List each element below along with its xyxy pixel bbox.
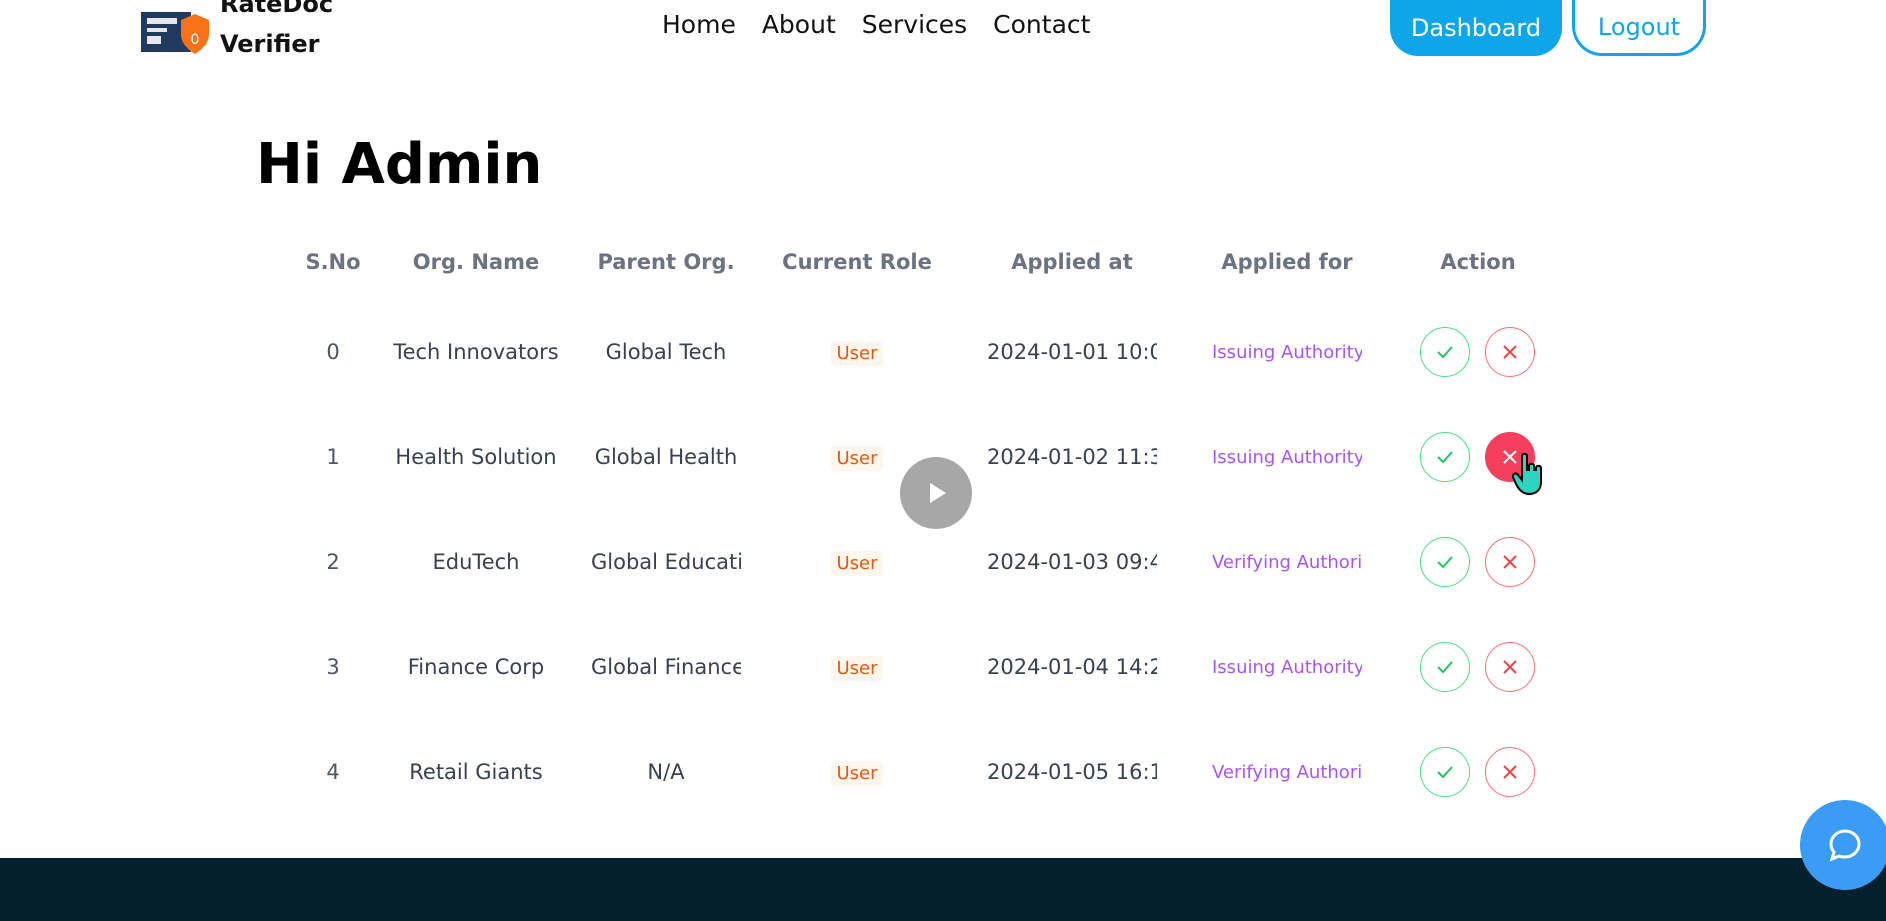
- nav-about[interactable]: About: [762, 10, 836, 39]
- col-sno: S.No: [305, 250, 361, 274]
- cell-applied-at: 2024-01-04 14:2: [987, 655, 1157, 679]
- table-row: 3 Finance Corp Global Finance User 2024-01-0…: [0, 638, 1886, 698]
- cell-sno: 2: [326, 550, 340, 574]
- cell-parent-org: Global Educatio: [591, 550, 741, 574]
- logout-button[interactable]: Logout: [1572, 0, 1706, 56]
- reject-button[interactable]: [1485, 747, 1535, 797]
- main-nav: Home About Services Contact: [662, 10, 1090, 39]
- cell-sno: 0: [326, 340, 340, 364]
- col-org-name: Org. Name: [412, 250, 540, 274]
- cell-parent-org: N/A: [647, 760, 685, 784]
- cell-applied-for: Verifying Authorit: [1212, 762, 1362, 783]
- col-applied-at: Applied at: [1011, 250, 1133, 274]
- approve-button[interactable]: [1420, 642, 1470, 692]
- cell-org-name: Tech Innovators: [393, 340, 559, 364]
- cell-applied-at: 2024-01-03 09:4: [987, 550, 1157, 574]
- cell-applied-for: Issuing Authority: [1212, 342, 1362, 363]
- check-icon: [1437, 556, 1453, 569]
- cell-sno: 3: [326, 655, 340, 679]
- nav-contact[interactable]: Contact: [993, 10, 1090, 39]
- table-row: 4 Retail Giants N/A User 2024-01-05 16:1 Veri…: [0, 743, 1886, 803]
- check-icon: [1437, 661, 1453, 674]
- approve-button[interactable]: [1420, 432, 1470, 482]
- footer: [0, 858, 1886, 921]
- check-icon: [1437, 346, 1453, 359]
- cell-org-name: EduTech: [432, 550, 520, 574]
- dashboard-button[interactable]: Dashboard: [1390, 0, 1562, 56]
- cell-applied-for: Issuing Authority: [1212, 657, 1362, 678]
- close-icon: [1503, 660, 1517, 674]
- cell-applied-at: 2024-01-02 11:3: [987, 445, 1157, 469]
- page-title: Hi Admin: [256, 132, 543, 197]
- table-row: 2 EduTech Global Educatio User 2024-01-03 09…: [0, 533, 1886, 593]
- approve-button[interactable]: [1420, 747, 1470, 797]
- logo-text-top: RateDoc: [220, 0, 334, 18]
- cell-parent-org: Global Health: [594, 445, 738, 469]
- cell-applied-at: 2024-01-01 10:0: [987, 340, 1157, 364]
- logo-text: Verifier: [220, 30, 320, 58]
- chat-icon: [1829, 829, 1861, 862]
- cell-org-name: Finance Corp: [407, 655, 545, 679]
- play-button[interactable]: [900, 457, 972, 529]
- approve-button[interactable]: [1420, 327, 1470, 377]
- chat-button[interactable]: [1800, 800, 1886, 890]
- role-badge: User: [830, 761, 884, 786]
- close-icon: [1503, 345, 1517, 359]
- hand-cursor-icon: [1512, 452, 1542, 496]
- table-header: S.No Org. Name Parent Org. Current Role …: [0, 250, 1886, 280]
- reject-button[interactable]: [1485, 537, 1535, 587]
- cell-applied-at: 2024-01-05 16:1: [987, 760, 1157, 784]
- cell-org-name: Health Solution: [395, 445, 557, 469]
- col-applied-for: Applied for: [1221, 250, 1353, 274]
- col-action: Action: [1440, 250, 1516, 274]
- play-icon: [930, 483, 946, 503]
- svg-text:0: 0: [191, 32, 200, 48]
- cell-sno: 4: [326, 760, 340, 784]
- approve-button[interactable]: [1420, 537, 1470, 587]
- nav-services[interactable]: Services: [862, 10, 967, 39]
- nav-home[interactable]: Home: [662, 10, 736, 39]
- cell-parent-org: Global Finance: [591, 655, 741, 679]
- role-badge: User: [830, 551, 884, 576]
- check-icon: [1437, 451, 1453, 464]
- cell-parent-org: Global Tech: [605, 340, 727, 364]
- role-badge: User: [830, 446, 884, 471]
- close-icon: [1503, 555, 1517, 569]
- role-badge: User: [830, 656, 884, 681]
- reject-button[interactable]: [1485, 327, 1535, 377]
- col-parent-org: Parent Org.: [597, 250, 735, 274]
- cell-applied-for: Issuing Authority: [1212, 447, 1362, 468]
- cell-sno: 1: [326, 445, 340, 469]
- col-current-role: Current Role: [782, 250, 932, 274]
- check-icon: [1437, 766, 1453, 779]
- logo-icon: 0: [141, 12, 209, 54]
- table-row: 0 Tech Innovators Global Tech User 2024-01-0…: [0, 323, 1886, 383]
- cell-applied-for: Verifying Authorit: [1212, 552, 1362, 573]
- reject-button[interactable]: [1485, 642, 1535, 692]
- cell-org-name: Retail Giants: [409, 760, 543, 784]
- close-icon: [1503, 765, 1517, 779]
- role-badge: User: [830, 341, 884, 366]
